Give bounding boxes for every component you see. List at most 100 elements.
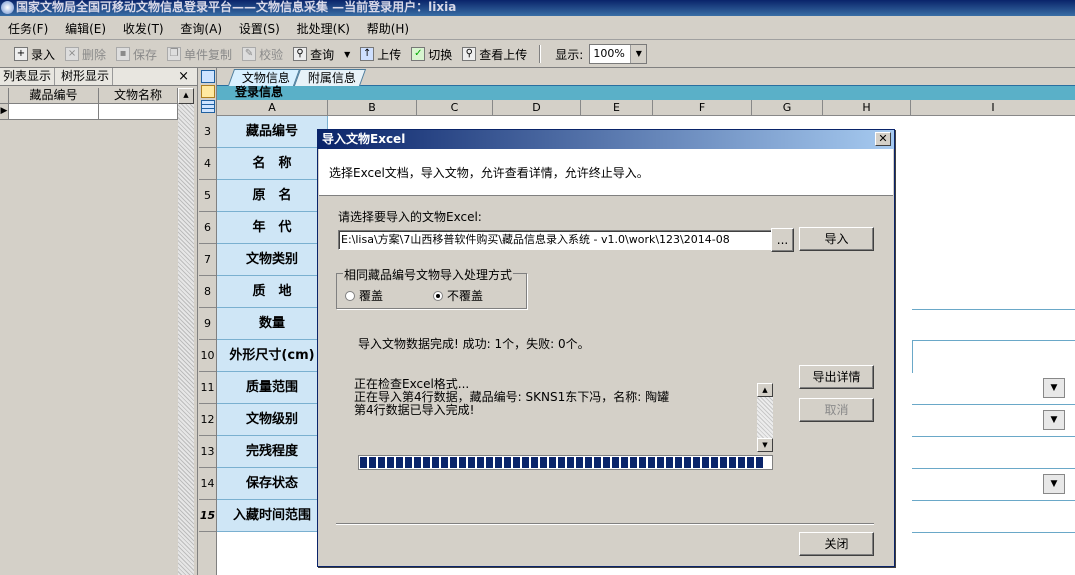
column-header[interactable]: B	[328, 100, 417, 116]
column-header[interactable]: D	[493, 100, 581, 116]
duplicate-handling-group: 相同藏品编号文物导入处理方式 覆盖 不覆盖	[336, 266, 527, 309]
field-label-era: 年 代	[217, 212, 328, 244]
tab-tree-view[interactable]: 树形显示	[55, 68, 114, 85]
menu-help[interactable]: 帮助(H)	[362, 18, 414, 40]
table-row[interactable]: ▶	[0, 104, 193, 120]
switch-button[interactable]: ✓ 切换	[407, 43, 456, 65]
menu-bar: 任务(F) 编辑(E) 收发(T) 查询(A) 设置(S) 批处理(K) 帮助(…	[0, 18, 1075, 40]
log-line: 第4行数据已导入完成!	[354, 403, 475, 417]
scroll-down-icon[interactable]: ▼	[757, 438, 773, 452]
chevron-down-icon[interactable]: ▼	[630, 45, 647, 63]
column-header[interactable]: H	[823, 100, 911, 116]
progress-block	[486, 457, 493, 468]
field-label-preservation: 保存状态	[217, 468, 328, 500]
cancel-button[interactable]: 取消	[799, 398, 874, 422]
section-title: 登录信息	[217, 86, 1075, 100]
progress-block	[360, 457, 367, 468]
progress-block	[702, 457, 709, 468]
import-button[interactable]: 导入	[799, 227, 874, 251]
scroll-up-icon[interactable]: ▲	[757, 383, 773, 397]
close-icon[interactable]: ×	[178, 69, 189, 84]
row-number: 9	[199, 308, 216, 340]
dialog-divider	[336, 523, 874, 525]
progress-block	[495, 457, 502, 468]
page-icon[interactable]	[201, 70, 215, 83]
menu-send-receive[interactable]: 收发(T)	[118, 18, 169, 40]
row-number: 6	[199, 212, 216, 244]
import-log: 正在检查Excel格式... 正在导入第4行数据，藏品编号: SKNS1东下冯，…	[354, 378, 774, 450]
copy-button[interactable]: ❐ 单件复制	[163, 43, 236, 65]
search-dropdown-icon[interactable]: ▼	[344, 50, 350, 59]
menu-batch[interactable]: 批处理(K)	[292, 18, 355, 40]
grid-line	[912, 468, 1075, 469]
grade-dropdown[interactable]: ▼	[1043, 410, 1065, 430]
progress-block	[396, 457, 403, 468]
field-label-category: 文物类别	[217, 244, 328, 276]
column-header-name[interactable]: 文物名称	[99, 88, 178, 104]
menu-settings[interactable]: 设置(S)	[234, 18, 285, 40]
progress-block	[378, 457, 385, 468]
zoom-select[interactable]: 100% ▼	[589, 44, 648, 64]
weight-range-dropdown[interactable]: ▼	[1043, 378, 1065, 398]
progress-block	[441, 457, 448, 468]
progress-block	[387, 457, 394, 468]
switch-icon: ✓	[411, 47, 426, 61]
delete-button[interactable]: × 删除	[61, 43, 110, 65]
row-number: 11	[199, 372, 216, 404]
grid-line	[912, 532, 1075, 533]
radio-overwrite[interactable]: 覆盖	[345, 287, 383, 304]
search-button[interactable]: ⚲ 查询 ▼	[289, 43, 354, 65]
save-button[interactable]: ▪ 保存	[112, 43, 161, 65]
column-header[interactable]: A	[217, 100, 328, 116]
browse-button[interactable]: ...	[771, 228, 794, 252]
left-scrollbar[interactable]: ▲	[178, 88, 194, 575]
field-label-grade: 文物级别	[217, 404, 328, 436]
export-details-button[interactable]: 导出详情	[799, 365, 874, 389]
progress-block	[405, 457, 412, 468]
import-excel-dialog: 导入文物Excel ✕ 选择Excel文档，导入文物，允许查看详情，允许终止导入…	[317, 129, 895, 567]
progress-block	[432, 457, 439, 468]
preservation-dropdown[interactable]: ▼	[1043, 474, 1065, 494]
column-header[interactable]: E	[581, 100, 653, 116]
print-icon[interactable]	[201, 85, 215, 98]
column-header[interactable]: I	[911, 100, 1075, 116]
grid-icon[interactable]	[201, 100, 215, 113]
view-upload-button[interactable]: ⚲ 查看上传	[458, 43, 531, 65]
grid-line	[912, 309, 1075, 310]
menu-task[interactable]: 任务(F)	[3, 18, 53, 40]
row-number: 7	[199, 244, 216, 276]
row-number: 8	[199, 276, 216, 308]
add-record-icon: +	[14, 47, 28, 61]
close-icon[interactable]: ✕	[875, 132, 891, 146]
validate-button[interactable]: ✎ 校验	[238, 43, 287, 65]
add-record-button[interactable]: + 录入	[10, 43, 59, 65]
column-header[interactable]: C	[417, 100, 493, 116]
grid-line	[912, 341, 913, 373]
upload-button[interactable]: ↑ 上传	[356, 43, 405, 65]
tab-relic-info[interactable]: 文物信息	[227, 69, 301, 86]
menu-edit[interactable]: 编辑(E)	[60, 18, 111, 40]
field-label-original-name: 原 名	[217, 180, 328, 212]
row-number: 4	[199, 148, 216, 180]
menu-query[interactable]: 查询(A)	[175, 18, 227, 40]
log-scrollbar[interactable]: ▲ ▼	[757, 383, 773, 452]
progress-block	[513, 457, 520, 468]
record-list-header: 藏品编号 文物名称	[0, 88, 193, 104]
column-header[interactable]: F	[653, 100, 752, 116]
column-header-id[interactable]: 藏品编号	[9, 88, 99, 104]
tab-list-view[interactable]: 列表显示	[0, 68, 56, 85]
scroll-up-icon[interactable]: ▲	[178, 88, 194, 104]
close-button[interactable]: 关闭	[799, 532, 874, 556]
progress-block	[585, 457, 592, 468]
progress-block	[531, 457, 538, 468]
progress-block	[540, 457, 547, 468]
row-pointer-icon: ▶	[0, 104, 9, 120]
field-label-collection-id: 藏品编号	[217, 116, 328, 148]
import-progress-bar	[358, 455, 773, 470]
column-header[interactable]: G	[752, 100, 823, 116]
copy-icon: ❐	[167, 47, 182, 61]
view-upload-icon: ⚲	[462, 47, 477, 61]
tab-attached-info[interactable]: 附属信息	[293, 69, 367, 86]
file-path-input[interactable]: E:\lisa\方案\7山西移普软件购买\藏品信息录入系统 - v1.0\wor…	[338, 230, 789, 250]
radio-no-overwrite[interactable]: 不覆盖	[433, 287, 483, 304]
